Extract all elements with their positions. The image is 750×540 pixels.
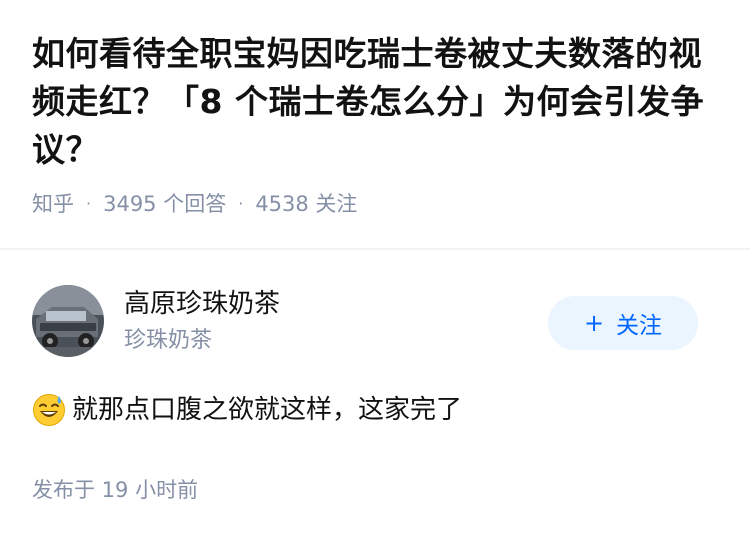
question-meta: 知乎 · 3495 个回答 · 4538 关注 — [32, 188, 718, 218]
author-name[interactable]: 高原珍珠奶茶 — [124, 287, 280, 321]
avatar[interactable] — [32, 285, 104, 357]
source-label[interactable]: 知乎 — [32, 188, 74, 218]
section-divider — [0, 248, 750, 250]
follow-label: 关注 — [616, 313, 663, 339]
meta-separator: · — [238, 193, 244, 213]
avatar-image — [32, 285, 104, 357]
answer-content[interactable]: 就那点口腹之欲就这样，这家完了 — [32, 392, 462, 428]
answer-text: 就那点口腹之欲就这样，这家完了 — [72, 395, 463, 425]
follow-button[interactable]: + 关注 — [548, 296, 698, 350]
answers-count[interactable]: 3495 个回答 — [103, 188, 226, 218]
meta-separator: · — [86, 193, 92, 213]
sweat-smile-emoji-icon — [33, 394, 65, 426]
publish-time: 发布于 19 小时前 — [32, 478, 199, 502]
author-bio: 珍珠奶茶 — [124, 328, 213, 353]
question-title[interactable]: 如何看待全职宝妈因吃瑞士卷被丈夫数落的视频走红？「8 个瑞士卷怎么分」为何会引发… — [32, 30, 718, 174]
author-info[interactable]: 高原珍珠奶茶 珍珠奶茶 — [32, 285, 280, 357]
plus-icon: + — [583, 309, 605, 337]
question-header: 如何看待全职宝妈因吃瑞士卷被丈夫数落的视频走红？「8 个瑞士卷怎么分」为何会引发… — [0, 0, 750, 220]
followers-count[interactable]: 4538 关注 — [255, 188, 357, 218]
